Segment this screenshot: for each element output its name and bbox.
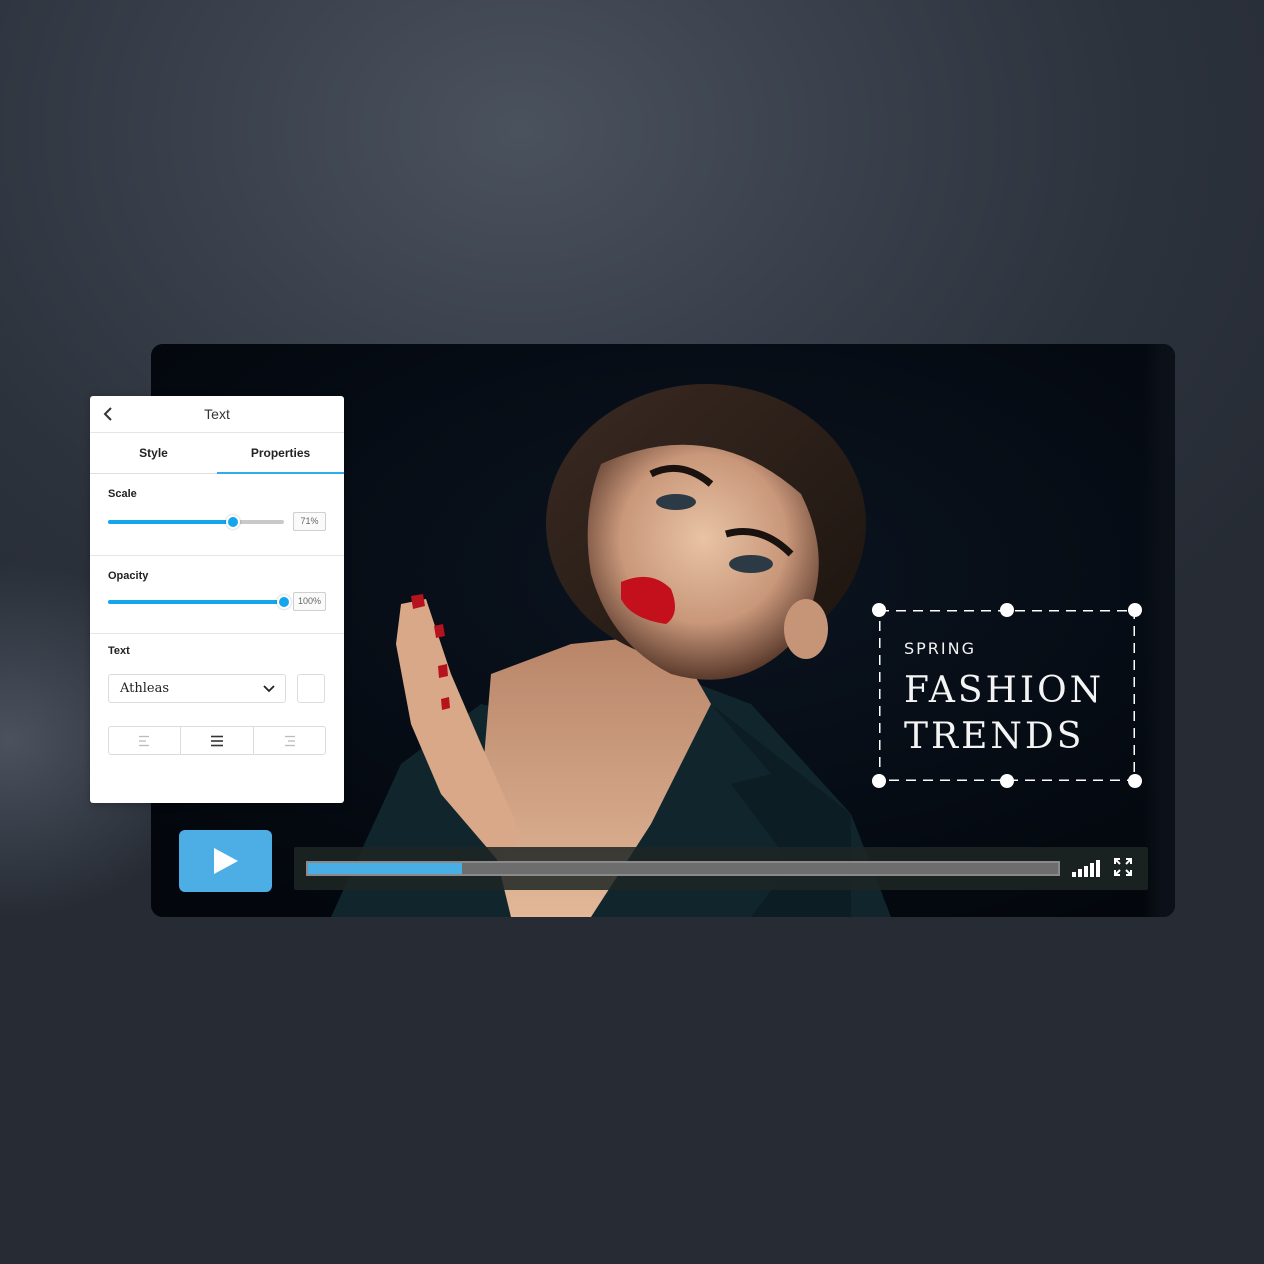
font-select[interactable]: Athleas <box>108 674 286 703</box>
opacity-slider-knob[interactable] <box>277 595 291 609</box>
font-select-value: Athleas <box>120 681 170 696</box>
volume-bars-icon[interactable] <box>1072 859 1100 877</box>
text-section-label: Text <box>108 645 130 657</box>
play-button[interactable] <box>179 830 272 892</box>
scale-slider[interactable] <box>108 515 284 529</box>
resize-handle-bottom-left[interactable] <box>872 774 886 788</box>
overlay-title-line2: TRENDS <box>904 716 1085 757</box>
video-edge-shade <box>1143 344 1175 917</box>
scale-section: Scale 71% <box>90 474 344 556</box>
panel-title: Text <box>204 406 230 422</box>
overlay-subtitle: SPRING <box>904 639 977 658</box>
resize-handle-top-left[interactable] <box>872 603 886 617</box>
opacity-value[interactable]: 100% <box>293 592 326 611</box>
resize-handle-bottom-right[interactable] <box>1128 774 1142 788</box>
text-properties-panel: Text Style Properties Scale 71% Opacity … <box>90 396 344 803</box>
text-alignment-group <box>108 726 326 755</box>
overlay-title-line1: FASHION <box>904 670 1105 711</box>
control-bar <box>294 847 1148 890</box>
align-center-button[interactable] <box>180 727 252 754</box>
align-left-icon <box>138 735 149 746</box>
chevron-down-icon <box>263 685 275 693</box>
play-icon <box>213 848 238 874</box>
resize-handle-bottom[interactable] <box>1000 774 1014 788</box>
align-center-icon <box>210 735 223 746</box>
resize-handle-top-right[interactable] <box>1128 603 1142 617</box>
scale-label: Scale <box>108 488 137 500</box>
align-right-button[interactable] <box>252 727 325 754</box>
tab-style[interactable]: Style <box>90 433 217 473</box>
scale-value[interactable]: 71% <box>293 512 326 531</box>
resize-handle-top[interactable] <box>1000 603 1014 617</box>
opacity-slider-fill <box>108 600 284 604</box>
opacity-slider[interactable] <box>108 595 291 609</box>
opacity-label: Opacity <box>108 570 149 582</box>
fullscreen-icon[interactable] <box>1114 858 1132 876</box>
text-overlay[interactable]: SPRING FASHION TRENDS <box>872 603 1142 788</box>
scale-slider-fill <box>108 520 233 524</box>
align-left-button[interactable] <box>109 727 180 754</box>
align-right-icon <box>285 735 296 746</box>
progress-fill <box>308 863 462 874</box>
scale-slider-knob[interactable] <box>225 515 240 529</box>
tab-properties[interactable]: Properties <box>217 433 344 474</box>
panel-header: Text <box>90 396 344 433</box>
panel-tabs: Style Properties <box>90 433 344 474</box>
progress-bar[interactable] <box>306 861 1060 876</box>
opacity-section: Opacity 100% <box>90 556 344 634</box>
text-color-swatch[interactable] <box>297 674 325 703</box>
